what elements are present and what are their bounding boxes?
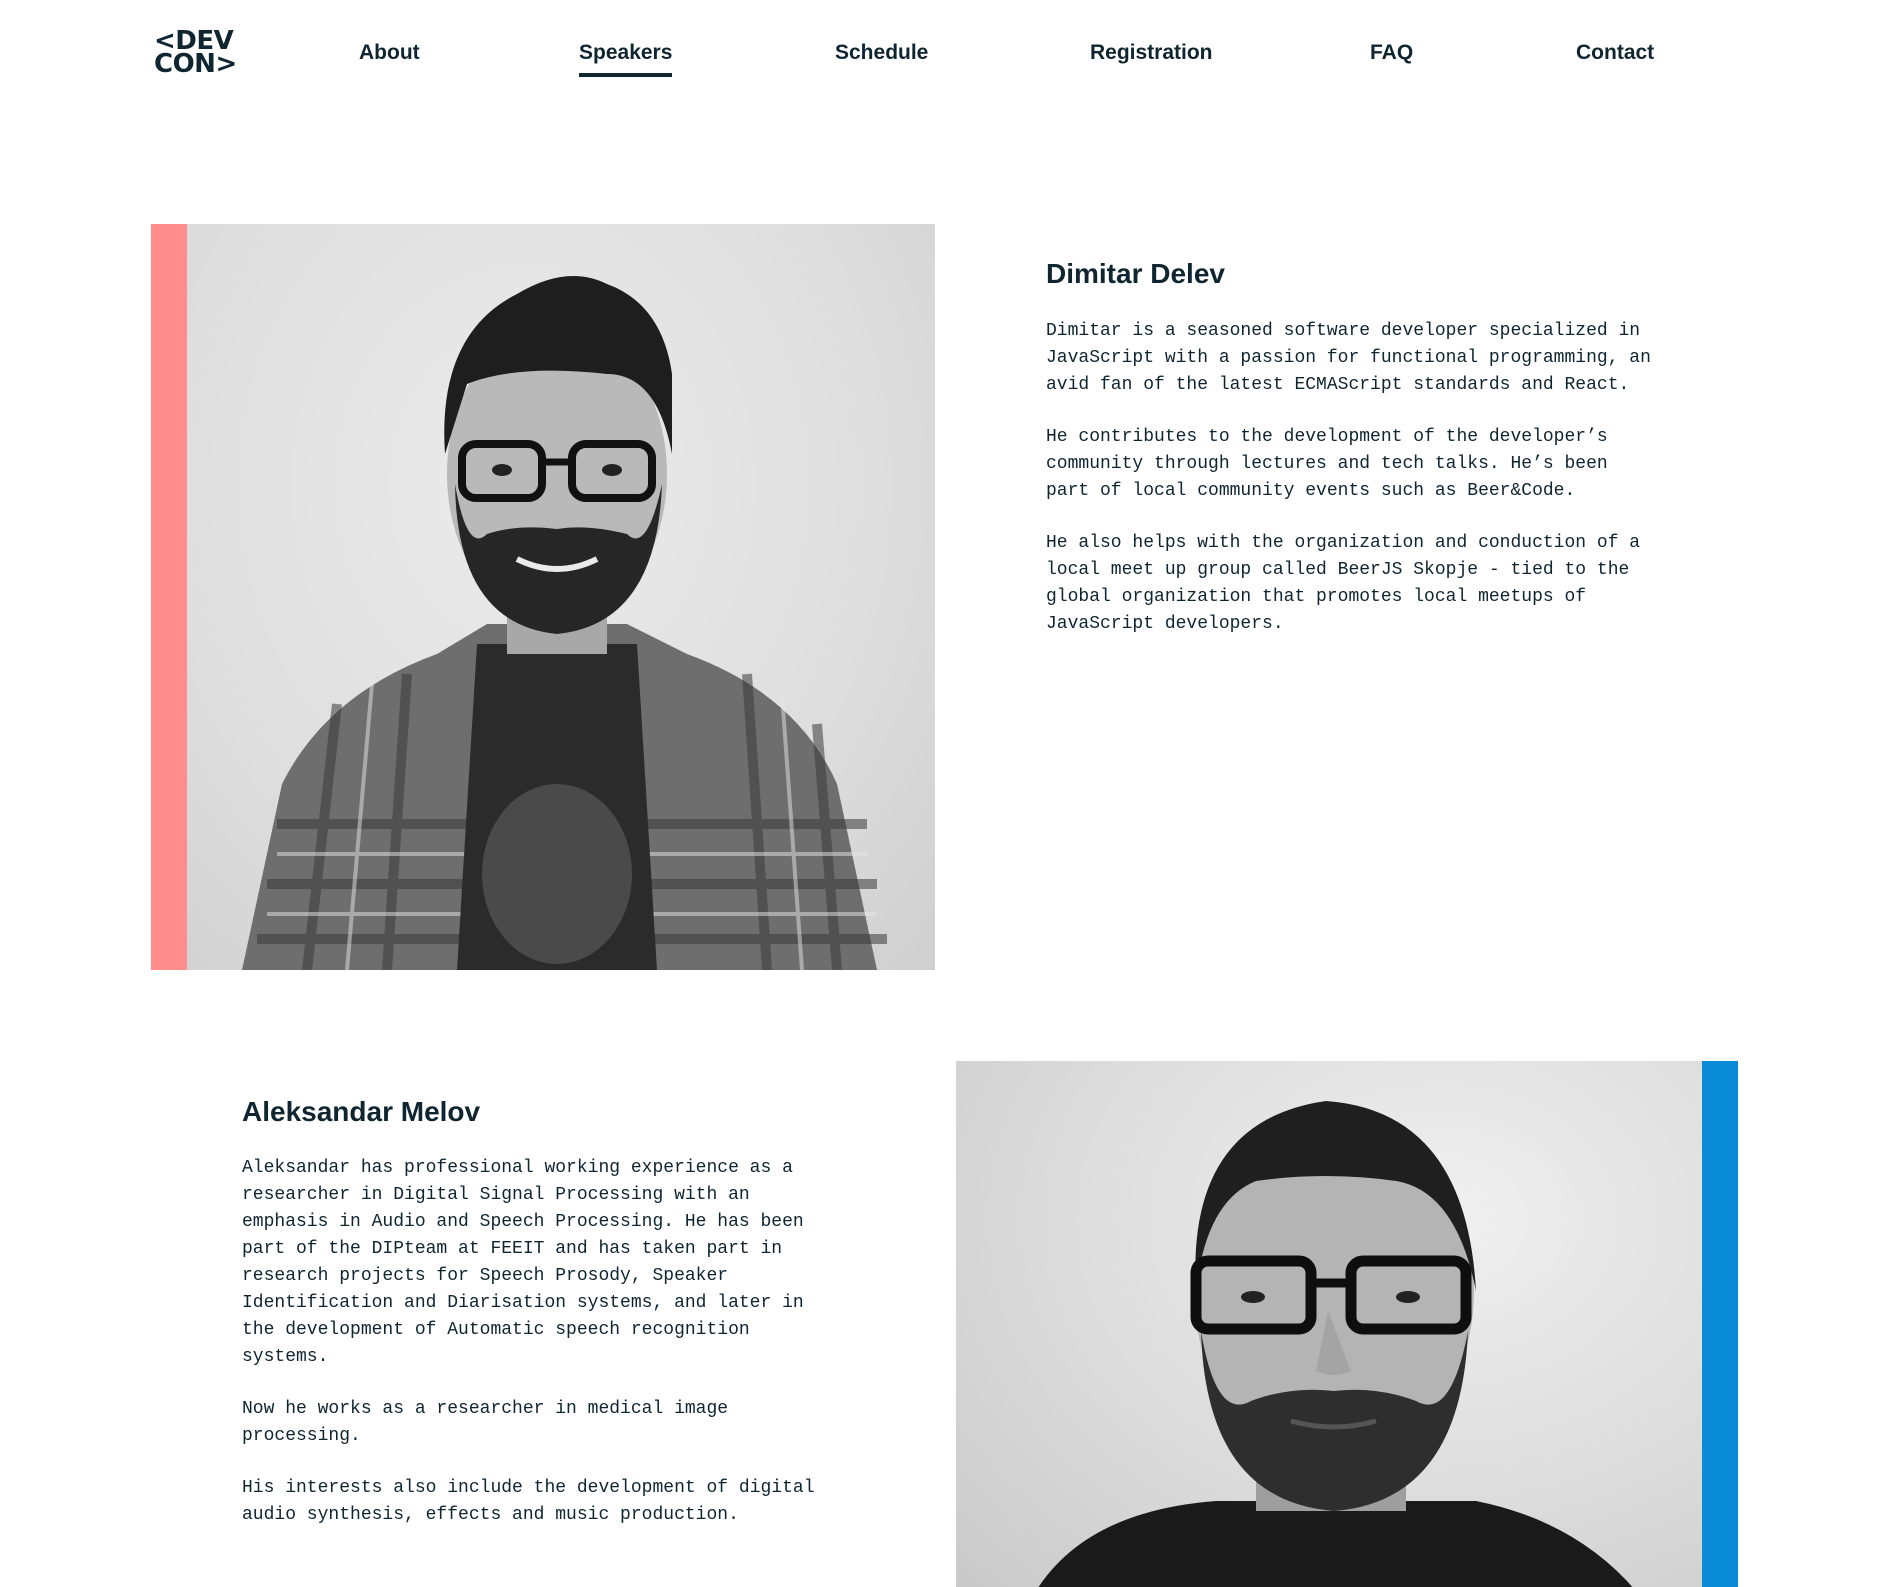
speaker-name: Aleksandar Melov — [242, 1096, 481, 1127]
bio-paragraph: Dimitar is a seasoned software developer… — [1046, 321, 1651, 395]
nav-registration[interactable]: Registration — [1090, 38, 1213, 68]
bio-paragraph: He also helps with the organization and … — [1046, 533, 1641, 634]
speaker-accent-bar — [1702, 1061, 1738, 1587]
speaker-name: Dimitar Delev — [1046, 258, 1225, 289]
bio-paragraph: Aleksandar has professional working expe… — [242, 1158, 804, 1367]
speaker-bio: Aleksandar has professional working expe… — [242, 1155, 832, 1554]
nav-contact[interactable]: Contact — [1576, 38, 1654, 68]
speaker-bio: Dimitar is a seasoned software developer… — [1046, 318, 1656, 663]
bio-paragraph: He contributes to the development of the… — [1046, 427, 1608, 501]
speaker-photo-dimitar — [187, 224, 935, 970]
bio-paragraph: His interests also include the developme… — [242, 1478, 815, 1525]
speaker-photo-aleksandar — [956, 1061, 1702, 1587]
bio-paragraph: Now he works as a researcher in medical … — [242, 1399, 729, 1446]
nav-faq[interactable]: FAQ — [1370, 38, 1413, 68]
nav-speakers[interactable]: Speakers — [579, 38, 673, 77]
nav-schedule[interactable]: Schedule — [835, 38, 928, 68]
main-nav: About Speakers Schedule Registration FAQ… — [0, 38, 1885, 78]
speaker-accent-bar — [151, 224, 187, 970]
nav-about[interactable]: About — [359, 38, 420, 68]
